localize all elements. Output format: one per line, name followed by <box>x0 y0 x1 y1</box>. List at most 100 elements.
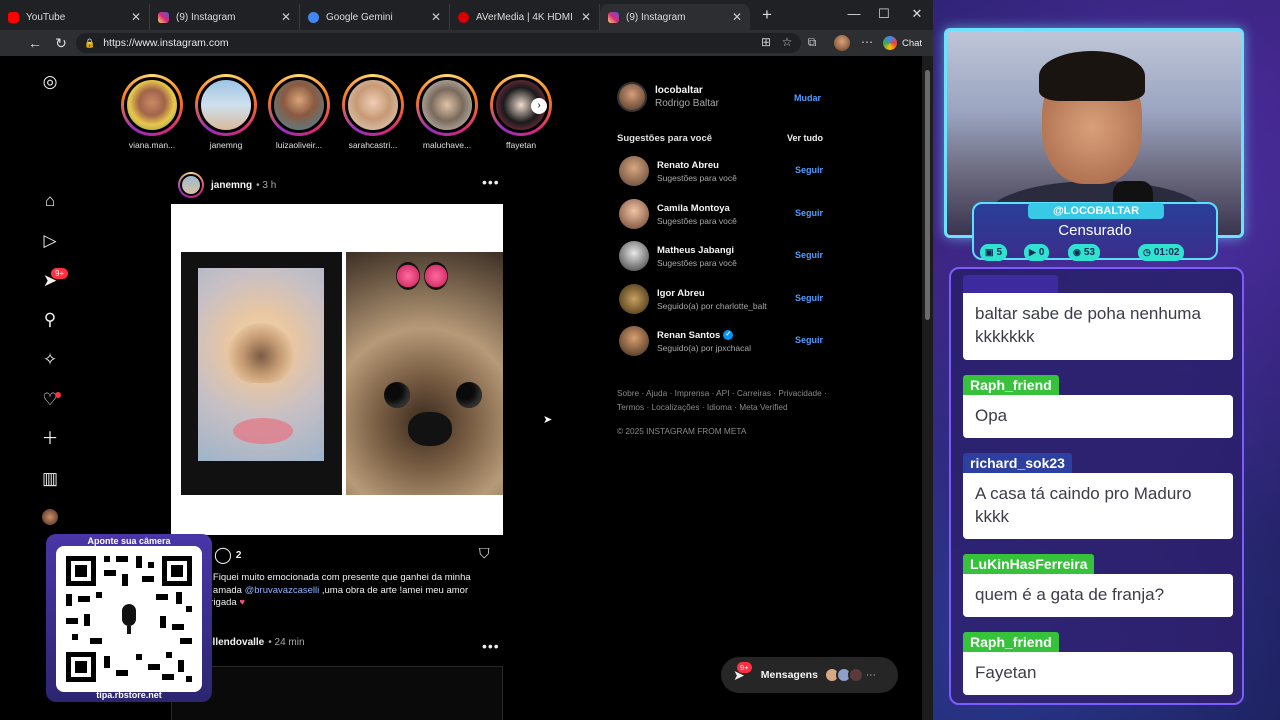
story-name: viana.man... <box>128 140 176 150</box>
follow-button[interactable]: Seguir <box>795 250 823 260</box>
story-item[interactable]: sarahcastri... <box>342 74 404 150</box>
tab-instagram-active[interactable]: (9) Instagram ✕ <box>600 4 750 30</box>
tab-label: Google Gemini <box>326 11 393 23</box>
follow-button[interactable]: Seguir <box>795 293 823 303</box>
footer-line[interactable]: Termos · Localizações · Idioma · Meta Ve… <box>617 400 827 414</box>
post-username[interactable]: ellendovalle <box>207 637 264 648</box>
minimize-button[interactable]: — <box>846 6 862 21</box>
app-icon[interactable]: ⊞ <box>758 35 774 49</box>
extensions-icon[interactable]: ⧉ <box>804 35 820 50</box>
bookmark-icon[interactable]: ⛉ <box>479 545 490 562</box>
avatar[interactable] <box>619 199 649 229</box>
suggestion-name[interactable]: Renan Santos ✓ <box>657 330 751 341</box>
footer-line[interactable]: Sobre · Ajuda · Imprensa · API · Carreir… <box>617 386 827 400</box>
current-username[interactable]: locobaltar <box>655 85 719 96</box>
reload-icon[interactable]: ↻ <box>48 35 74 52</box>
post-caption: g Fiquei muito emocionada com presente q… <box>205 572 495 610</box>
notification-badge: 9+ <box>51 268 69 279</box>
profile-avatar[interactable] <box>42 509 58 525</box>
close-icon[interactable]: ✕ <box>581 10 591 24</box>
scrollbar[interactable] <box>922 56 933 720</box>
more-menu-icon[interactable]: ⋯ <box>859 35 875 49</box>
messages-button[interactable]: ➤ 9+ Mensagens ⋯ <box>721 657 898 693</box>
youtube-icon: ▶ <box>1029 247 1036 257</box>
avatar[interactable] <box>617 82 647 112</box>
explore-icon[interactable]: ✧ <box>40 350 60 370</box>
story-item[interactable]: luizaoliveir... <box>268 74 330 150</box>
chat-icon: ▣ <box>985 247 994 257</box>
suggestion-name[interactable]: Matheus Jabangi <box>657 245 737 256</box>
reels-icon[interactable]: ▷ <box>40 231 60 251</box>
create-icon[interactable]: ＋ <box>40 429 60 449</box>
more-options-icon[interactable]: ••• <box>482 174 500 190</box>
see-all-link[interactable]: Ver tudo <box>787 133 823 143</box>
switch-account-link[interactable]: Mudar <box>794 93 821 103</box>
more-icon[interactable]: ⋯ <box>866 670 876 681</box>
avatar[interactable] <box>619 284 649 314</box>
gemini-icon <box>883 36 897 50</box>
tab-instagram[interactable]: (9) Instagram ✕ <box>150 4 300 30</box>
chat-message: Fayetan <box>963 652 1233 695</box>
tab-bar: YouTube ✕ (9) Instagram ✕ Google Gemini … <box>0 0 933 30</box>
close-icon[interactable]: ✕ <box>281 10 291 24</box>
close-icon[interactable]: ✕ <box>431 10 441 24</box>
star-icon[interactable]: ☆ <box>779 35 795 49</box>
messages-label: Mensagens <box>760 669 818 681</box>
more-options-icon[interactable]: ••• <box>482 638 500 654</box>
avatar[interactable] <box>619 326 649 356</box>
tab-avermedia[interactable]: AVerMedia | 4K HDMI 2.1 USB ✕ <box>450 4 600 30</box>
comment-icon[interactable]: ◯ <box>214 545 232 565</box>
back-icon[interactable]: ← <box>22 35 48 51</box>
stat-value: 0 <box>1038 247 1045 258</box>
suggestions-title: Sugestões para você <box>617 133 713 144</box>
close-window-button[interactable]: ✕ <box>909 6 925 22</box>
dashboard-icon[interactable]: ▥ <box>40 469 60 489</box>
chat-label: Chat <box>902 37 923 49</box>
search-icon[interactable]: ⚲ <box>40 310 60 330</box>
close-icon[interactable]: ✕ <box>732 10 742 24</box>
follow-button[interactable]: Seguir <box>795 335 823 345</box>
tab-gemini[interactable]: Google Gemini ✕ <box>300 4 450 30</box>
suggestion-name[interactable]: Camila Montoya <box>657 203 737 214</box>
follow-button[interactable]: Seguir <box>795 208 823 218</box>
suggestion-item: Renan Santos ✓ Seguido(a) por jpxchacal Se… <box>619 324 823 358</box>
chat-button[interactable]: Chat <box>883 34 929 52</box>
notification-dot <box>55 392 61 398</box>
suggestion-name-text: Renan Santos <box>657 329 721 341</box>
suggestion-sub: Sugestões para você <box>657 172 737 183</box>
home-icon[interactable]: ⌂ <box>40 191 60 211</box>
tab-youtube[interactable]: YouTube ✕ <box>0 4 150 30</box>
post-username[interactable]: janemng <box>211 180 252 191</box>
new-tab-button[interactable]: + <box>762 5 778 25</box>
viewers-icon: ◉ <box>1073 247 1081 257</box>
profile-avatar[interactable] <box>834 35 850 51</box>
close-icon[interactable]: ✕ <box>131 10 141 24</box>
chevron-right-icon[interactable]: › <box>531 98 547 114</box>
maximize-button[interactable]: ☐ <box>876 6 892 22</box>
mention-link[interactable]: @bruvavazcaselli <box>245 585 320 596</box>
post-image[interactable] <box>171 204 503 535</box>
suggestion-name[interactable]: Igor Abreu <box>657 288 767 299</box>
story-name: janemng <box>209 140 243 150</box>
chat-message: Opa <box>963 395 1233 438</box>
stat-value: 5 <box>996 247 1003 258</box>
next-post-media[interactable] <box>171 666 503 720</box>
avatar <box>847 667 864 683</box>
footer-links[interactable]: Sobre · Ajuda · Imprensa · API · Carreir… <box>617 386 827 414</box>
lock-icon[interactable]: 🔒 <box>84 38 95 49</box>
story-item[interactable]: maluchave... <box>416 74 478 150</box>
address-bar[interactable]: 🔒 https://www.instagram.com <box>76 33 801 53</box>
suggestion-name[interactable]: Renato Abreu <box>657 160 737 171</box>
avatar[interactable] <box>619 241 649 271</box>
stat-value: 01:02 <box>1153 247 1180 258</box>
avatar[interactable] <box>619 156 649 186</box>
tab-label: (9) Instagram <box>176 11 236 23</box>
instagram-icon <box>608 11 619 23</box>
follow-button[interactable]: Seguir <box>795 165 823 175</box>
stat-value: 53 <box>1083 247 1095 258</box>
story-item[interactable]: janemng <box>195 74 257 150</box>
story-item[interactable]: viana.man... <box>121 74 183 150</box>
instagram-logo-icon[interactable]: ◎ <box>40 72 60 92</box>
caption-line: g Fiquei muito emocionada com presente q… <box>205 572 471 583</box>
post-avatar[interactable] <box>178 172 204 198</box>
